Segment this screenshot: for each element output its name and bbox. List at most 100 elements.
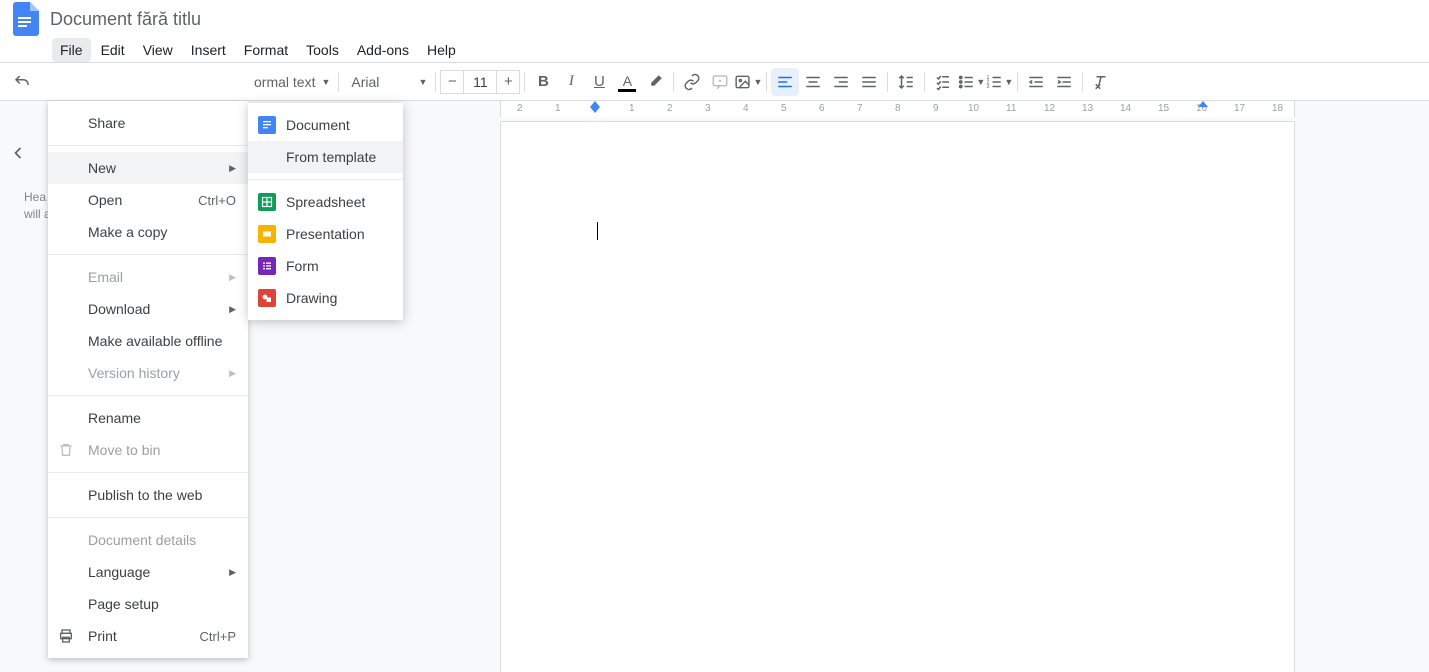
file-rename[interactable]: Rename <box>48 402 248 434</box>
file-version-history[interactable]: Version history▶ <box>48 357 248 389</box>
ruler-indent-right[interactable] <box>1198 101 1208 107</box>
file-new[interactable]: New▶ <box>48 152 248 184</box>
align-right-button[interactable] <box>827 68 855 96</box>
menu-tools[interactable]: Tools <box>298 38 347 62</box>
font-size-minus[interactable]: − <box>440 70 464 94</box>
file-email[interactable]: Email▶ <box>48 261 248 293</box>
new-form[interactable]: Form <box>248 250 403 282</box>
slides-icon <box>258 225 276 243</box>
chevron-down-icon: ▼ <box>1004 77 1013 87</box>
document-page[interactable] <box>500 121 1295 672</box>
font-family-label: Arial <box>351 74 379 90</box>
menu-separator <box>48 145 248 146</box>
file-move-to-bin[interactable]: Move to bin <box>48 434 248 466</box>
ruler-tick: 7 <box>857 103 863 114</box>
align-justify-button[interactable] <box>855 68 883 96</box>
separator <box>1017 72 1018 92</box>
file-publish-to-web[interactable]: Publish to the web <box>48 479 248 511</box>
chevron-down-icon: ▼ <box>418 77 427 87</box>
file-make-available-offline[interactable]: Make available offline <box>48 325 248 357</box>
file-new-submenu: Document From template Spreadsheet Prese… <box>248 103 403 320</box>
menu-separator <box>48 254 248 255</box>
ruler-indent-left[interactable] <box>590 107 600 113</box>
separator <box>1082 72 1083 92</box>
file-document-details[interactable]: Document details <box>48 524 248 556</box>
new-drawing[interactable]: Drawing <box>248 282 403 314</box>
separator <box>673 72 674 92</box>
ruler-tick: 15 <box>1158 103 1169 114</box>
ruler-tick: 14 <box>1120 103 1131 114</box>
app-header: Document fără titlu <box>0 0 1429 38</box>
chevron-down-icon: ▼ <box>976 77 985 87</box>
ruler-tick: 17 <box>1234 103 1245 114</box>
clear-formatting-button[interactable] <box>1087 68 1115 96</box>
insert-link-button[interactable] <box>678 68 706 96</box>
file-open[interactable]: OpenCtrl+O <box>48 184 248 216</box>
ruler-tick: 2 <box>667 103 673 114</box>
shortcut-label: Ctrl+P <box>200 629 236 644</box>
undo-button[interactable] <box>8 68 36 96</box>
file-print[interactable]: PrintCtrl+P <box>48 620 248 652</box>
align-center-button[interactable] <box>799 68 827 96</box>
menu-separator <box>248 179 403 180</box>
docs-logo-icon[interactable] <box>8 1 44 37</box>
menu-help[interactable]: Help <box>419 38 464 62</box>
ruler-tick: 1 <box>555 103 561 114</box>
line-spacing-button[interactable] <box>892 68 920 96</box>
outline-back-button[interactable] <box>8 143 28 163</box>
file-page-setup[interactable]: Page setup <box>48 588 248 620</box>
separator <box>435 72 436 92</box>
new-from-template[interactable]: From template <box>248 141 403 173</box>
forms-icon <box>258 257 276 275</box>
file-language[interactable]: Language▶ <box>48 556 248 588</box>
highlight-color-button[interactable] <box>641 68 669 96</box>
underline-button[interactable]: U <box>585 68 613 96</box>
font-family-select[interactable]: Arial ▼ <box>343 69 431 95</box>
shortcut-label: Ctrl+O <box>198 193 236 208</box>
separator <box>924 72 925 92</box>
outdent-button[interactable] <box>1022 68 1050 96</box>
chevron-down-icon: ▼ <box>321 77 330 87</box>
indent-button[interactable] <box>1050 68 1078 96</box>
workspace: 2 1 1 2 3 4 5 6 7 8 9 10 11 12 13 14 15 … <box>0 101 1429 672</box>
font-size-value[interactable]: 11 <box>464 70 496 94</box>
text-color-button[interactable]: A <box>613 68 641 96</box>
menu-format[interactable]: Format <box>236 38 296 62</box>
menu-edit[interactable]: Edit <box>93 38 133 62</box>
menu-view[interactable]: View <box>135 38 181 62</box>
svg-text:3: 3 <box>987 84 990 90</box>
align-left-button[interactable] <box>771 68 799 96</box>
bulleted-list-button[interactable]: ▼ <box>957 68 985 96</box>
separator <box>338 72 339 92</box>
menu-addons[interactable]: Add-ons <box>349 38 417 62</box>
file-download[interactable]: Download▶ <box>48 293 248 325</box>
ruler-tick: 12 <box>1044 103 1055 114</box>
file-make-a-copy[interactable]: Make a copy <box>48 216 248 248</box>
drawings-icon <box>258 289 276 307</box>
text-cursor <box>597 222 598 240</box>
numbered-list-button[interactable]: 123 ▼ <box>985 68 1013 96</box>
new-spreadsheet[interactable]: Spreadsheet <box>248 186 403 218</box>
document-title[interactable]: Document fără titlu <box>44 9 201 30</box>
ruler-tick: 6 <box>819 103 825 114</box>
paragraph-style-label: ormal text <box>254 74 315 90</box>
menu-separator <box>48 517 248 518</box>
new-presentation[interactable]: Presentation <box>248 218 403 250</box>
separator <box>524 72 525 92</box>
file-menu-dropdown: Share New▶ OpenCtrl+O Make a copy Email▶… <box>48 101 248 658</box>
sheets-icon <box>258 193 276 211</box>
checklist-button[interactable] <box>929 68 957 96</box>
new-document[interactable]: Document <box>248 109 403 141</box>
add-comment-button[interactable] <box>706 68 734 96</box>
menu-insert[interactable]: Insert <box>183 38 234 62</box>
menu-separator <box>48 395 248 396</box>
insert-image-button[interactable]: ▼ <box>734 68 762 96</box>
print-icon <box>58 628 74 644</box>
file-share[interactable]: Share <box>48 107 248 139</box>
paragraph-style-select[interactable]: ormal text ▼ <box>246 69 334 95</box>
font-size-plus[interactable]: + <box>496 70 520 94</box>
bold-button[interactable]: B <box>529 68 557 96</box>
menu-file[interactable]: File <box>52 38 91 62</box>
italic-button[interactable]: I <box>557 68 585 96</box>
menu-separator <box>48 472 248 473</box>
